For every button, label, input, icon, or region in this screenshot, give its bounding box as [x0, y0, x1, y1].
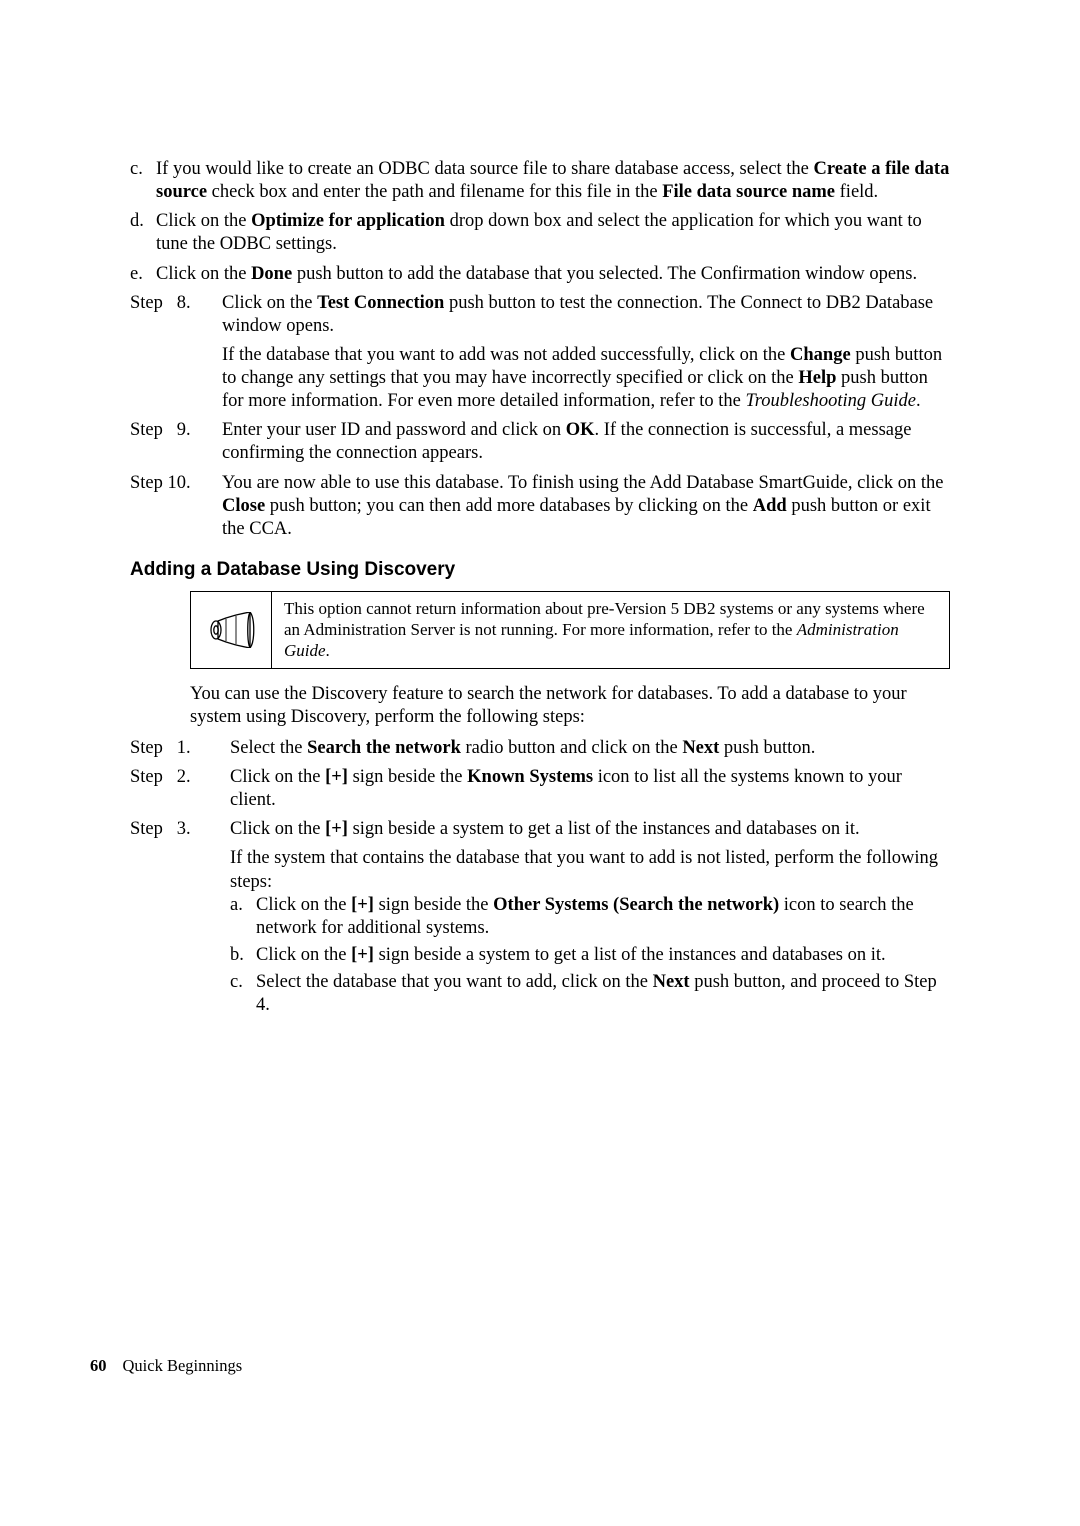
list-marker: a. [230, 894, 256, 940]
list-marker: e. [130, 263, 156, 286]
note-icon-cell [191, 592, 272, 668]
list-marker: c. [230, 971, 256, 1017]
step-marker: Step 3. [130, 818, 230, 1021]
bullhorn-icon [206, 612, 256, 648]
step-body: Click on the [+] sign beside the Known S… [230, 766, 950, 812]
list-body: Click on the Done push button to add the… [156, 263, 950, 286]
list-item: d. Click on the Optimize for application… [130, 210, 950, 256]
list-body: Click on the [+] sign beside a system to… [256, 944, 950, 967]
note-box: This option cannot return information ab… [190, 591, 950, 669]
step-marker: Step 8. [130, 292, 222, 414]
intro-paragraph: You can use the Discovery feature to sea… [190, 683, 950, 729]
step-body: Click on the Test Connection push button… [222, 292, 950, 414]
list-marker: b. [230, 944, 256, 967]
running-head: Quick Beginnings [123, 1356, 243, 1375]
section-heading: Adding a Database Using Discovery [130, 559, 950, 581]
list-body: Select the database that you want to add… [256, 971, 950, 1017]
list-item: c. If you would like to create an ODBC d… [130, 158, 950, 204]
step-body: Enter your user ID and password and clic… [222, 419, 950, 465]
step-marker: Step 10. [130, 472, 222, 541]
list-item: c. Select the database that you want to … [230, 971, 950, 1017]
step-body: Click on the [+] sign beside a system to… [230, 818, 950, 1021]
list-item: Step 3. Click on the [+] sign beside a s… [130, 818, 950, 1021]
list-item: a. Click on the [+] sign beside the Othe… [230, 894, 950, 940]
list-item: Step 1. Select the Search the network ra… [130, 737, 950, 760]
step-marker: Step 1. [130, 737, 230, 760]
list-item: b. Click on the [+] sign beside a system… [230, 944, 950, 967]
list-body: If you would like to create an ODBC data… [156, 158, 950, 204]
list-marker: c. [130, 158, 156, 204]
note-text: This option cannot return information ab… [272, 592, 949, 668]
list-body: Click on the Optimize for application dr… [156, 210, 950, 256]
list-marker: d. [130, 210, 156, 256]
page-footer: 60 Quick Beginnings [90, 1356, 242, 1376]
step-marker: Step 2. [130, 766, 230, 812]
page-number: 60 [90, 1356, 107, 1375]
step-marker: Step 9. [130, 419, 222, 465]
list-item: Step 10. You are now able to use this da… [130, 472, 950, 541]
list-item: Step 9. Enter your user ID and password … [130, 419, 950, 465]
list-item: e. Click on the Done push button to add … [130, 263, 950, 286]
list-item: Step 8. Click on the Test Connection pus… [130, 292, 950, 414]
list-body: Click on the [+] sign beside the Other S… [256, 894, 950, 940]
step-body: You are now able to use this database. T… [222, 472, 950, 541]
list-item: Step 2. Click on the [+] sign beside the… [130, 766, 950, 812]
step-body: Select the Search the network radio butt… [230, 737, 950, 760]
